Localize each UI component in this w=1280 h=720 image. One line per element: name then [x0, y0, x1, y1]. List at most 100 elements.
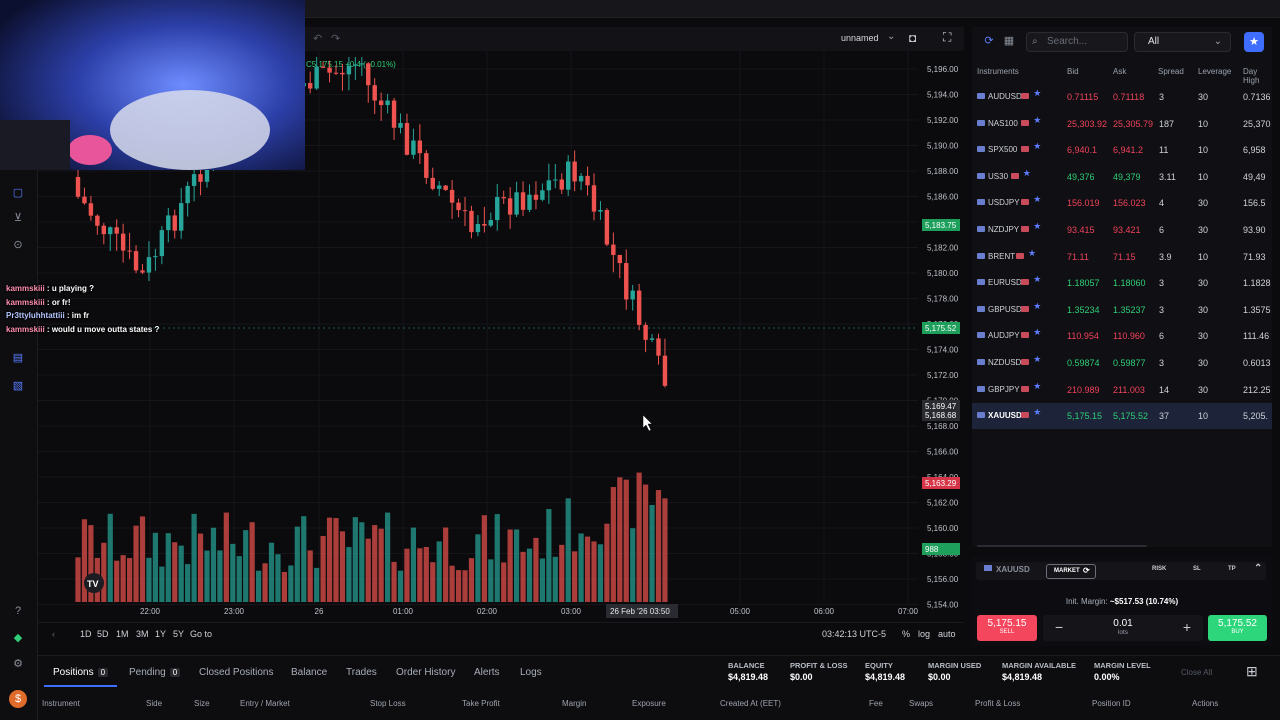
col-instruments[interactable]: Instruments [977, 67, 1019, 76]
tab-closed-positions[interactable]: Closed Positions [199, 667, 273, 678]
tab-logs[interactable]: Logs [520, 667, 542, 678]
sl-tab[interactable]: SL [1193, 566, 1201, 572]
volume-bar [339, 531, 346, 602]
volume-bar [178, 545, 184, 602]
buy-button[interactable]: 5,175.52 BUY [1208, 615, 1267, 641]
calendar-icon[interactable]: ▦ [1002, 34, 1016, 48]
list-item[interactable]: AUDJPY ★ 110.954 110.960 6 30 111.46 [972, 323, 1272, 349]
diamond-icon[interactable]: ◆ [10, 630, 26, 646]
col-spread[interactable]: Spread [1158, 67, 1184, 76]
log-scale-toggle[interactable]: log [918, 629, 930, 639]
tab-pending[interactable]: Pending 0 [129, 667, 181, 678]
col-leverage[interactable]: Leverage [1198, 67, 1231, 76]
list-item[interactable]: US30 ★ 49,376 49,379 3.11 10 49,49 [972, 164, 1272, 190]
candle-body [462, 210, 468, 212]
list-item[interactable]: USDJPY ★ 156.019 156.023 4 30 156.5 [972, 190, 1272, 216]
help-icon[interactable]: ? [10, 603, 26, 619]
list-item[interactable]: GBPUSD ★ 1.35234 1.35237 3 30 1.3575 [972, 297, 1272, 323]
sell-button[interactable]: 5,175.15 SELL [977, 615, 1037, 641]
favorite-star-icon[interactable]: ★ [1023, 168, 1031, 179]
list-item[interactable]: NZDJPY ★ 93.415 93.421 6 30 93.90 [972, 217, 1272, 243]
gear-icon[interactable]: ⚙ [10, 656, 26, 672]
col-entry-market: Entry / Market [240, 699, 290, 708]
day-high-value: 0.7136 [1243, 92, 1271, 102]
tab-balance[interactable]: Balance [291, 667, 327, 678]
percent-scale-toggle[interactable]: % [902, 629, 910, 639]
list-item[interactable]: EURUSD ★ 1.18057 1.18060 3 30 1.1828 [972, 270, 1272, 296]
price-tick-label: 5,172.00 [927, 371, 959, 380]
tf-1m[interactable]: 1M [116, 629, 129, 639]
candle-body [456, 202, 461, 211]
search-input[interactable]: ⌕ Search... [1026, 32, 1128, 52]
horizontal-scrollbar[interactable] [977, 545, 1147, 547]
favorite-star-icon[interactable]: ★ [1033, 301, 1041, 312]
list-item[interactable]: XAUUSD ★ 5,175.15 5,175.52 37 10 5,205. [972, 403, 1272, 430]
time-tick-label: 23:00 [224, 607, 245, 616]
tf-1d[interactable]: 1D [80, 629, 92, 639]
list-item[interactable]: BRENT ★ 71.11 71.15 3.9 10 71.93 [972, 244, 1272, 270]
favorite-star-icon[interactable]: ★ [1033, 88, 1041, 99]
list-icon[interactable]: ▤ [10, 350, 26, 366]
flag-icon [977, 119, 985, 126]
list-item[interactable]: NAS100 ★ 25,303.92 25,305.79 187 10 25,370 [972, 111, 1272, 137]
col-bid[interactable]: Bid [1067, 67, 1079, 76]
list-item[interactable]: NZDUSD ★ 0.59874 0.59877 3 30 0.6013 [972, 350, 1272, 376]
tab-positions[interactable]: Positions 0 [53, 667, 109, 678]
candle-body [172, 215, 177, 231]
grid-layout-icon[interactable]: ⊞ [1246, 663, 1258, 680]
tf-5y[interactable]: 5Y [173, 629, 184, 639]
filter-select[interactable]: All ⌄ [1134, 32, 1231, 52]
spread-value: 6 [1159, 331, 1165, 342]
list-item[interactable]: SPX500 ★ 6,940.1 6,941.2 11 10 6,958 [972, 137, 1272, 163]
list-item[interactable]: AUDUSD ★ 0.71115 0.71118 3 30 0.7136 [972, 84, 1272, 110]
price-tick-label: 5,180.00 [927, 269, 959, 278]
tab-order-history[interactable]: Order History [396, 667, 455, 678]
cart-icon[interactable]: ⊻ [10, 210, 26, 226]
tab-trades[interactable]: Trades [346, 667, 377, 678]
candle-body [662, 355, 668, 386]
go-to-button[interactable]: Go to [190, 629, 212, 639]
collapse-left-icon[interactable]: ‹ [52, 629, 55, 639]
favorite-star-icon[interactable]: ★ [1033, 381, 1041, 392]
avatar[interactable]: $ [9, 690, 27, 708]
tp-tab[interactable]: TP [1228, 566, 1236, 572]
day-high-value: 1.1828 [1243, 278, 1271, 289]
doc-icon[interactable]: ▧ [10, 378, 26, 394]
favorite-star-icon[interactable]: ★ [1033, 141, 1041, 152]
favorite-star-icon[interactable]: ★ [1028, 248, 1036, 259]
volume-bar [385, 512, 391, 602]
plus-icon[interactable]: + [1183, 619, 1191, 635]
risk-tab[interactable]: RISK [1152, 566, 1166, 572]
settings-small-icon[interactable]: ⊙ [10, 237, 26, 253]
col-day-high[interactable]: Day High [1243, 67, 1272, 85]
auto-scale-toggle[interactable]: auto [938, 629, 956, 639]
lots-value[interactable]: 0.01 [1043, 618, 1203, 629]
lots-stepper[interactable]: − 0.01 lots + [1043, 615, 1203, 641]
market-tab[interactable]: MARKET ⟳ [1046, 564, 1096, 579]
volume-bar [268, 542, 275, 602]
tf-1y[interactable]: 1Y [155, 629, 166, 639]
favorite-star-icon[interactable]: ★ [1033, 327, 1041, 338]
favorite-star-icon[interactable]: ★ [1033, 115, 1041, 126]
chart-view-icon[interactable]: ▢ [10, 185, 26, 201]
close-all-button[interactable]: Close All [1181, 668, 1212, 677]
chevron-up-icon[interactable]: ⌃ [1254, 563, 1262, 574]
volume-bar [210, 527, 217, 602]
tab-alerts[interactable]: Alerts [474, 667, 500, 678]
tf-5d[interactable]: 5D [97, 629, 109, 639]
spread-value: 11 [1159, 145, 1169, 156]
watchlist-tab-icon[interactable]: ⟳ [982, 34, 996, 48]
favorites-button[interactable]: ★ [1244, 32, 1264, 52]
candle-body [153, 256, 158, 258]
flag-icon [984, 565, 992, 571]
list-item[interactable]: GBPJPY ★ 210.989 211.003 14 30 212.25 [972, 377, 1272, 403]
minus-icon[interactable]: − [1055, 619, 1063, 635]
tf-3m[interactable]: 3M [136, 629, 149, 639]
col-ask[interactable]: Ask [1113, 67, 1126, 76]
favorite-star-icon[interactable]: ★ [1033, 194, 1041, 205]
favorite-star-icon[interactable]: ★ [1033, 221, 1041, 232]
spread-value: 4 [1159, 198, 1165, 209]
favorite-star-icon[interactable]: ★ [1033, 274, 1041, 285]
favorite-star-icon[interactable]: ★ [1033, 407, 1041, 418]
favorite-star-icon[interactable]: ★ [1033, 354, 1041, 365]
